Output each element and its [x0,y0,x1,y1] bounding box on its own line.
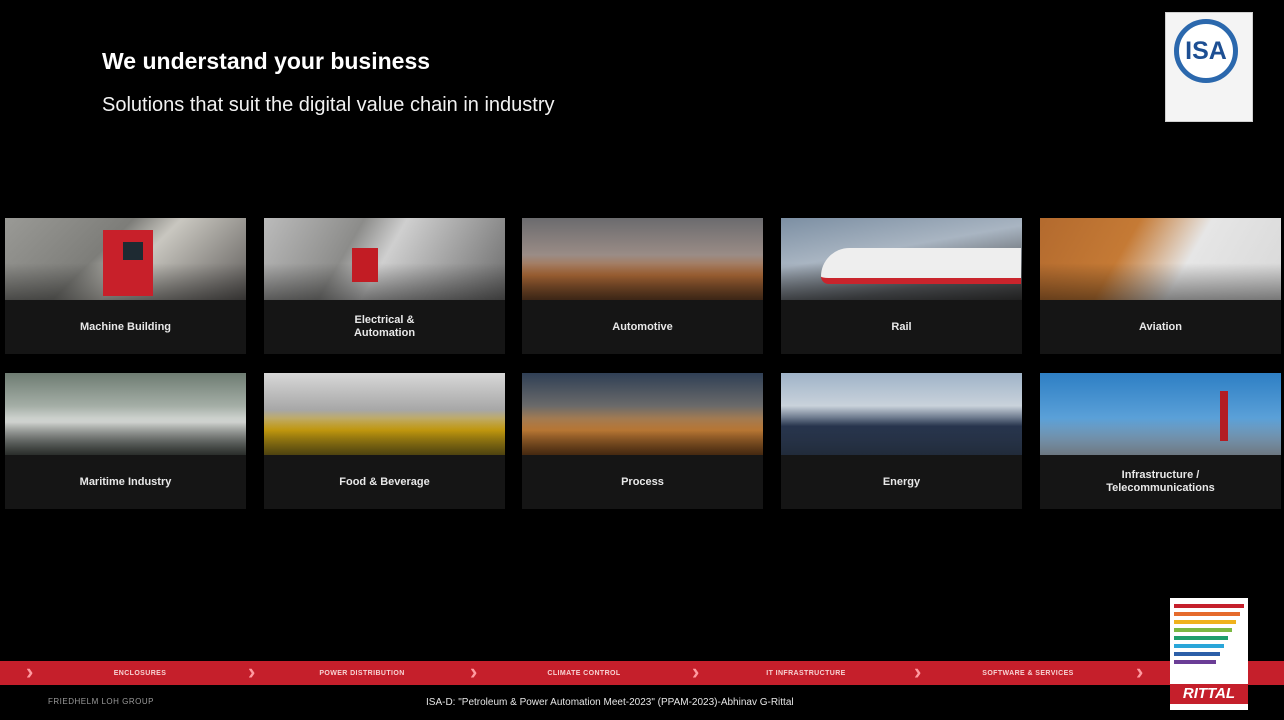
tile-label: Electrical & Automation [353,314,416,339]
logo-stripe [1174,660,1216,664]
maritime-photo-icon [5,373,246,455]
tile-label: Aviation [1139,320,1182,333]
logo-stripe [1174,628,1232,632]
tile-label: Process [621,475,664,488]
isa-logo-text: ISA [1185,37,1227,65]
nav-item-label: IT INFRASTRUCTURE [766,669,846,677]
electrical-photo-icon [264,218,505,300]
tile-food-beverage[interactable]: Food & Beverage [264,373,505,509]
logo-stripe [1174,636,1228,640]
tile-rail[interactable]: Rail [781,218,1022,354]
slide-title: We understand your business [102,48,431,74]
nav-item-enclosures[interactable]: ENCLOSURES [40,661,240,685]
aviation-photo-icon [1040,218,1281,300]
tile-label: Machine Building [79,320,172,333]
isa-logo: ISA [1165,12,1253,122]
tile-electrical-automation[interactable]: Electrical & Automation [264,218,505,354]
nav-item-climate-control[interactable]: CLIMATE CONTROL [484,661,684,685]
rail-photo-icon [781,218,1022,300]
food-photo-icon [264,373,505,455]
tile-label: Food & Beverage [339,475,430,488]
infrastructure-photo-icon [1040,373,1281,455]
chevron-right-icon: › [1136,659,1144,684]
process-photo-icon [522,373,763,455]
tile-label: Infrastructure / Telecommunications [1106,469,1215,494]
slide: We understand your business Solutions th… [0,0,1284,720]
nav-item-power-distribution[interactable]: POWER DISTRIBUTION [262,661,462,685]
nav-item-software-services[interactable]: SOFTWARE & SERVICES [928,661,1128,685]
logo-stripe [1174,620,1236,624]
tile-label: Maritime Industry [79,475,172,488]
tile-label: Rail [891,320,912,333]
tile-aviation[interactable]: Aviation [1040,218,1281,354]
tile-energy[interactable]: Energy [781,373,1022,509]
tile-infrastructure-telecommunications[interactable]: Infrastructure / Telecommunications [1040,373,1281,509]
rittal-logo-text: RITTAL [1170,684,1248,704]
nav-item-label: ENCLOSURES [113,669,167,677]
automotive-photo-icon [522,218,763,300]
machine-photo-icon [5,218,246,300]
logo-stripe [1174,652,1220,656]
tile-process[interactable]: Process [522,373,763,509]
group-name: FRIEDHELM LOH GROUP [48,697,154,706]
isa-circle-icon: ISA [1174,19,1238,83]
slide-subtitle: Solutions that suit the digital value ch… [102,94,555,116]
logo-stripe [1174,604,1244,608]
nav-item-it-infrastructure[interactable]: IT INFRASTRUCTURE [706,661,906,685]
tile-maritime-industry[interactable]: Maritime Industry [5,373,246,509]
product-nav-bar: › ENCLOSURES › POWER DISTRIBUTION › CLIM… [0,661,1284,685]
nav-item-label: POWER DISTRIBUTION [319,669,405,677]
tile-machine-building[interactable]: Machine Building [5,218,246,354]
tile-automotive[interactable]: Automotive [522,218,763,354]
tile-label: Automotive [612,320,673,333]
industry-grid: Machine Building Electrical & Automation… [5,218,1281,514]
rittal-logo: RITTAL [1170,598,1248,710]
energy-photo-icon [781,373,1022,455]
logo-stripe [1174,612,1240,616]
tile-label: Energy [882,475,921,488]
nav-item-label: CLIMATE CONTROL [547,669,621,677]
logo-stripe [1174,644,1224,648]
footer-caption: ISA-D: "Petroleum & Power Automation Mee… [426,697,794,708]
nav-item-label: SOFTWARE & SERVICES [982,669,1074,677]
